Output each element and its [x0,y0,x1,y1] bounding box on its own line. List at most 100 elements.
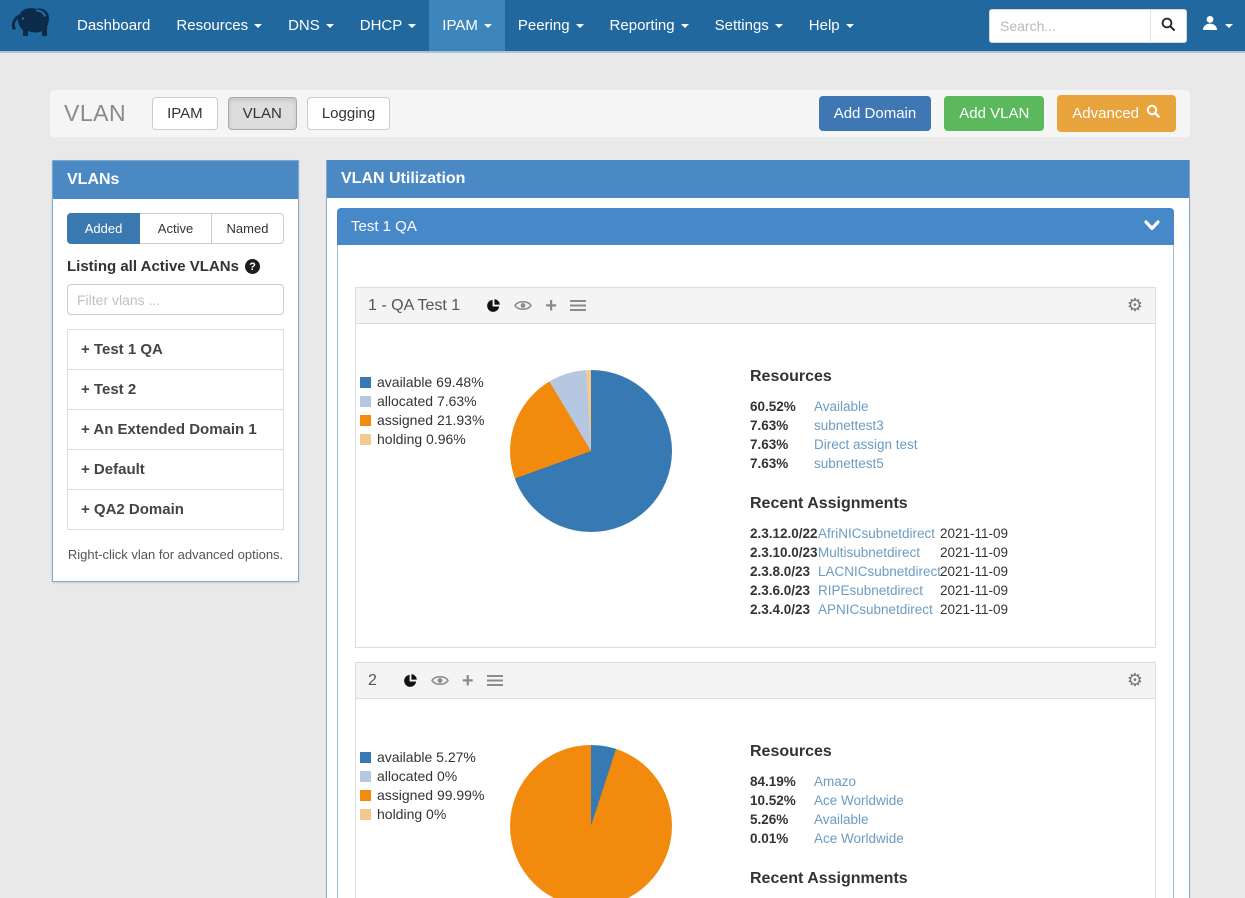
assignment-link[interactable]: RIPEsubnetdirect [818,583,940,598]
legend-value: 0% [437,768,457,784]
search-input[interactable] [990,10,1150,42]
assignment-cidr: 2.3.12.0/22 [750,526,818,541]
user-menu[interactable] [1201,14,1233,37]
vlan-domain-test1qa[interactable]: + Test 1 QA [68,330,283,370]
vlans-panel: VLANs Added Active Named Listing all Act… [52,160,299,582]
vlan-domain-test2[interactable]: + Test 2 [68,370,283,410]
utilization-pie-chart[interactable] [510,370,672,532]
assignment-link[interactable]: AfriNICsubnetdirect [818,526,940,541]
app-logo[interactable] [0,0,64,51]
gear-icon[interactable]: ⚙ [1127,297,1143,315]
vlan-utilization-panel: VLAN Utilization Test 1 QA 1 - QA Test 1 [326,160,1190,898]
nav-label: Settings [715,17,769,34]
legend-swatch [360,434,371,445]
listing-label: Listing all Active VLANs ? [67,258,284,275]
view-button-logging[interactable]: Logging [307,97,390,130]
nav-item-resources[interactable]: Resources [163,0,275,51]
list-icon[interactable] [570,299,586,312]
gear-icon[interactable]: ⚙ [1127,672,1143,690]
user-icon [1201,14,1219,37]
advanced-button[interactable]: Advanced [1057,95,1176,132]
assignment-date: 2021-11-09 [940,526,1145,541]
resource-link[interactable]: Available [814,812,1145,827]
resource-pct: 7.63% [750,418,814,433]
nav-label: DNS [288,17,320,34]
resource-row: 10.52%Ace Worldwide [750,793,1145,808]
add-vlan-button[interactable]: Add VLAN [944,96,1044,131]
pie-chart-icon[interactable] [486,298,501,313]
tab-added[interactable]: Added [67,213,140,244]
search-icon [1146,104,1161,123]
assignment-row: 2.3.12.0/22AfriNICsubnetdirect2021-11-09 [750,526,1145,541]
legend-item-holding: holding 0% [360,806,510,822]
resource-row: 7.63%subnettest3 [750,418,1145,433]
chart-legend: available 5.27% allocated 0% assigned 99… [360,743,510,898]
eye-icon[interactable] [514,299,532,312]
plus-icon[interactable]: + [545,296,557,316]
section-1-header: 1 - QA Test 1 + ⚙ [356,288,1155,324]
section-2-details: Resources 84.19%Amazo 10.52%Ace Worldwid… [750,743,1145,898]
assignment-link[interactable]: APNICsubnetdirect [818,602,940,617]
assignment-row: 2.3.8.0/23LACNICsubnetdirect2021-11-09 [750,564,1145,579]
legend-value: 99.99% [437,787,484,803]
chevron-down-icon[interactable] [1144,218,1160,235]
vlans-footnote: Right-click vlan for advanced options. [67,547,284,562]
tab-named[interactable]: Named [212,213,284,244]
help-question-icon[interactable]: ? [245,259,260,274]
resource-link[interactable]: Amazo [814,774,1145,789]
utilization-pie-chart[interactable] [510,745,672,898]
vlan-filter-input[interactable] [67,284,284,315]
view-button-ipam[interactable]: IPAM [152,97,218,130]
section-2-content: available 5.27% allocated 0% assigned 99… [356,699,1155,898]
vlans-panel-title: VLANs [53,161,298,199]
legend-value: 0% [426,806,446,822]
legend-label: allocated [377,393,433,409]
nav-item-reporting[interactable]: Reporting [597,0,702,51]
nav-item-ipam[interactable]: IPAM [429,0,505,51]
mammoth-logo-icon [10,5,54,46]
assignment-cidr: 2.3.4.0/23 [750,602,818,617]
assignment-link[interactable]: Multisubnetdirect [818,545,940,560]
group-bar-test1qa[interactable]: Test 1 QA [337,208,1174,245]
view-button-vlan[interactable]: VLAN [228,97,297,130]
nav-item-peering[interactable]: Peering [505,0,597,51]
legend-item-assigned: assigned 99.99% [360,787,510,803]
button-label: Add Domain [834,105,917,122]
vlan-domain-default[interactable]: + Default [68,450,283,490]
resource-link[interactable]: subnettest3 [814,418,1145,433]
chart-legend: available 69.48% allocated 7.63% assigne… [360,368,510,621]
legend-label: available [377,749,432,765]
section-title: 2 [368,672,377,690]
tab-active[interactable]: Active [140,213,212,244]
assignment-link[interactable]: LACNICsubnetdirect [818,564,940,579]
resource-link[interactable]: Ace Worldwide [814,831,1145,846]
nav-item-dns[interactable]: DNS [275,0,347,51]
vlan-section-2: 2 + ⚙ [355,662,1156,898]
nav-item-settings[interactable]: Settings [702,0,796,51]
legend-label: holding [377,806,422,822]
resource-link[interactable]: subnettest5 [814,456,1145,471]
resource-link[interactable]: Available [814,399,1145,414]
resource-link[interactable]: Direct assign test [814,437,1145,452]
assignment-row: 2.3.10.0/23Multisubnetdirect2021-11-09 [750,545,1145,560]
eye-icon[interactable] [431,674,449,687]
vlan-domain-extended1[interactable]: + An Extended Domain 1 [68,410,283,450]
vlan-domain-qa2[interactable]: + QA2 Domain [68,490,283,529]
pie-chart-icon[interactable] [403,673,418,688]
nav-label: Dashboard [77,17,150,34]
global-search [989,9,1187,43]
recent-assignments-heading: Recent Assignments [750,495,1145,513]
nav-item-help[interactable]: Help [796,0,867,51]
list-icon[interactable] [487,674,503,687]
add-domain-button[interactable]: Add Domain [819,96,932,131]
resources-heading: Resources [750,743,1145,761]
nav-item-dhcp[interactable]: DHCP [347,0,430,51]
assignment-cidr: 2.3.8.0/23 [750,564,818,579]
resource-link[interactable]: Ace Worldwide [814,793,1145,808]
caret-down-icon [576,24,584,28]
search-button[interactable] [1150,10,1186,42]
vlans-panel-body: Added Active Named Listing all Active VL… [53,199,298,581]
nav-item-dashboard[interactable]: Dashboard [64,0,163,51]
assignment-date: 2021-11-09 [940,545,1145,560]
plus-icon[interactable]: + [462,671,474,691]
